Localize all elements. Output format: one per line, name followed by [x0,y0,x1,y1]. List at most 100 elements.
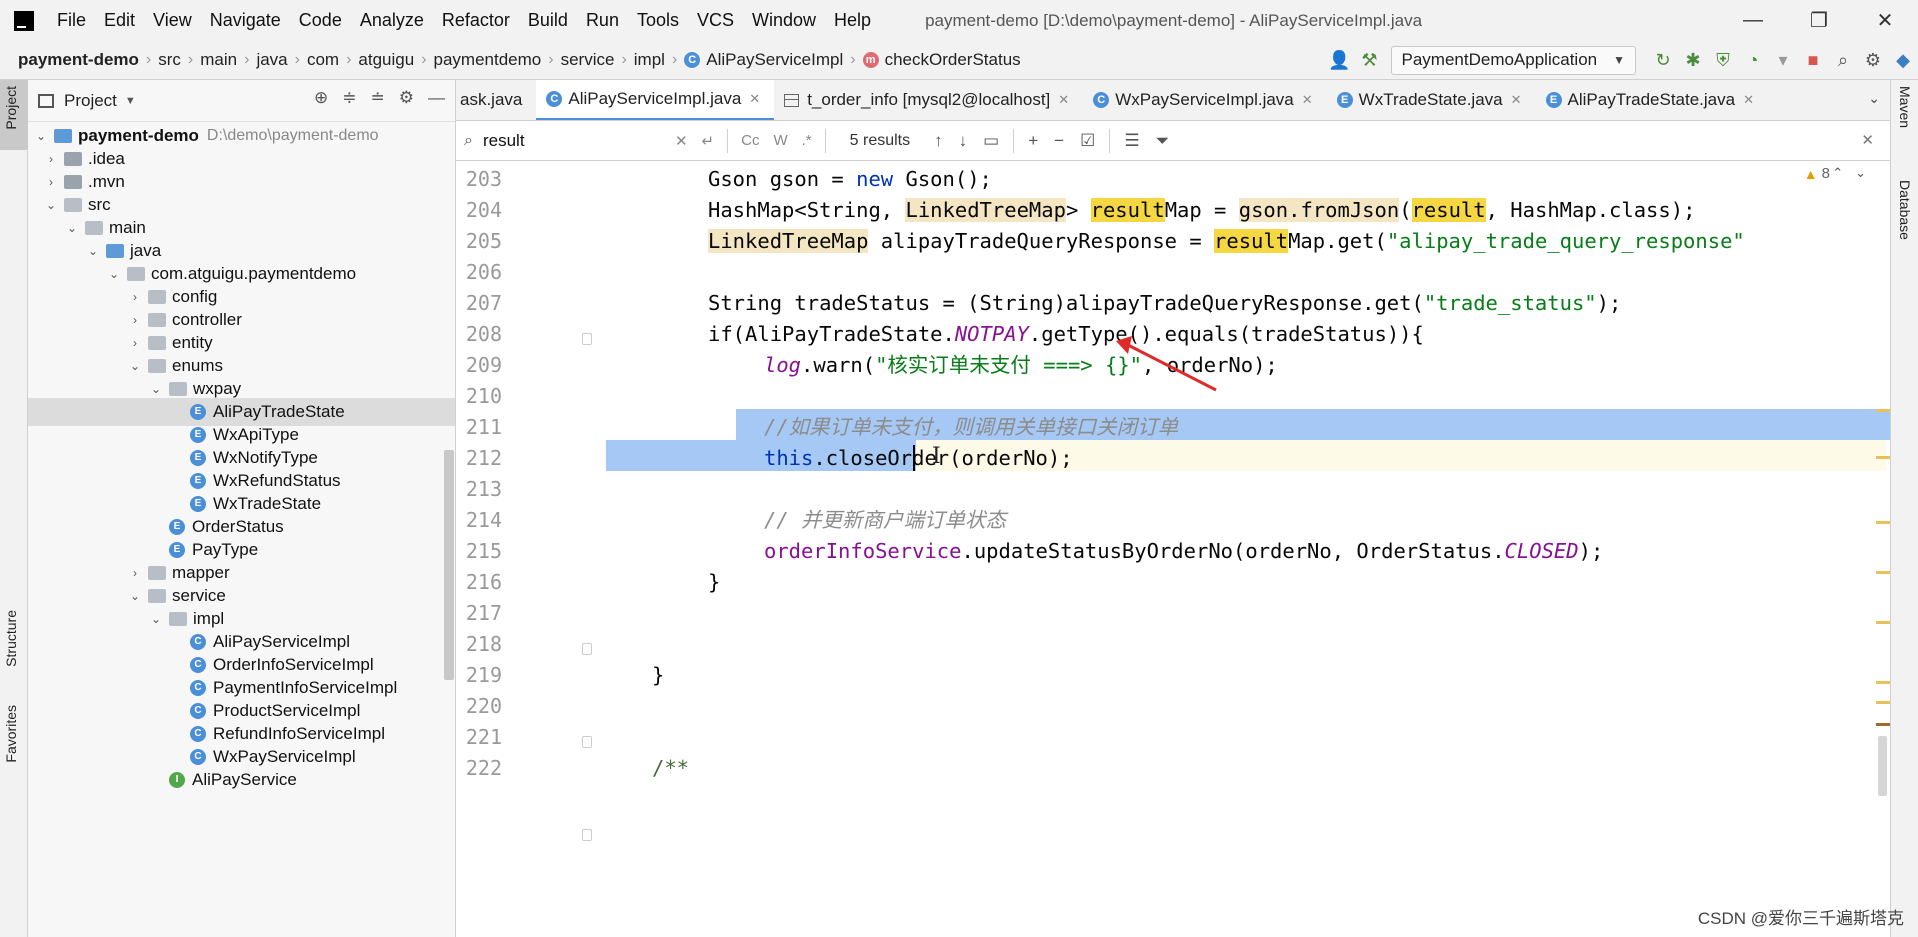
run-configuration-select[interactable]: PaymentDemoApplication ▼ [1390,45,1636,75]
breadcrumb-main[interactable]: main [200,50,237,70]
new-line-icon[interactable]: ↵ [702,132,715,150]
menu-file[interactable]: File [48,10,95,31]
breadcrumb-java[interactable]: java [256,50,287,70]
find-bar: ⌕ ✕ ↵ Cc W .* 5 results ↑ ↓ ▭ + − ☑ ☰ ⏷ … [456,121,1890,161]
menu-view[interactable]: View [144,10,201,31]
profile-icon[interactable]: ◔ [1738,45,1768,75]
restore-button[interactable]: ❐ [1786,0,1852,41]
folder-icon [64,152,82,166]
tree-item-label: WxPayServiceImpl [213,747,356,766]
tab-alipaytradestate[interactable]: E AliPayTradeState.java ✕ [1536,80,1768,120]
project-panel-title: Project [64,90,117,110]
breadcrumb-service[interactable]: service [561,50,615,70]
favorites-tool-tab[interactable]: Favorites [0,705,28,785]
previous-occurrence-icon[interactable]: ↑ [934,131,943,151]
build-hammer-icon[interactable]: ⚒ [1355,45,1385,75]
chevron-down-icon[interactable]: ⌄ [1868,90,1880,107]
breadcrumb-atguigu[interactable]: atguigu [358,50,414,70]
close-icon[interactable]: ✕ [1058,92,1069,108]
plugin-icon[interactable]: ◆ [1888,45,1918,75]
tab-wxtradestate[interactable]: E WxTradeState.java ✕ [1327,80,1536,120]
tab-label: ask.java [460,90,523,109]
breadcrumb-src[interactable]: src [158,50,181,70]
menu-build[interactable]: Build [519,10,577,31]
close-icon[interactable]: ✕ [1743,92,1754,108]
minimize-button[interactable]: — [1720,0,1786,41]
locate-icon[interactable]: ⊕ [314,88,328,108]
breadcrumb-com[interactable]: com [307,50,339,70]
code-area[interactable]: 203 204 205 206 207 208 209 210 211 212 … [456,161,1890,937]
chevron-down-icon: ⌄ [66,221,78,235]
breadcrumb-impl[interactable]: impl [634,50,665,70]
inspection-nav-icon[interactable]: ⌃⌄ [1832,165,1878,181]
tab-ask-java[interactable]: ask.java [456,80,536,120]
window-title: payment-demo [D:\demo\payment-demo] - Al… [925,10,1423,30]
match-case-toggle[interactable]: Cc [741,132,759,149]
enum-icon: E [190,450,206,466]
user-icon[interactable]: 👤 [1325,45,1355,75]
search-input[interactable] [482,130,668,151]
chevron-down-icon: ▼ [124,94,136,107]
menu-vcs[interactable]: VCS [688,10,743,31]
menu-refactor[interactable]: Refactor [433,10,519,31]
open-in-window-icon[interactable]: ▭ [983,131,999,151]
tree-item-label: OrderStatus [192,517,284,536]
collapse-all-icon[interactable]: ≐ [371,88,385,108]
menu-navigate[interactable]: Navigate [201,10,290,31]
debug-icon[interactable]: ✱ [1678,45,1708,75]
search-everywhere-icon[interactable]: ⌕ [1828,45,1858,75]
breadcrumb-class[interactable]: C AliPayServiceImpl [684,50,843,70]
project-scrollbar[interactable] [444,450,454,680]
tab-wxpayserviceimpl[interactable]: C WxPayServiceImpl.java ✕ [1083,80,1326,120]
clear-search-icon[interactable]: ✕ [675,132,688,150]
remove-occurrence-icon[interactable]: − [1054,131,1064,151]
select-all-occurrences-icon[interactable]: ☑ [1080,131,1095,151]
editor-scrollbar[interactable] [1878,736,1887,796]
tab-t-order-info[interactable]: t_order_info [mysql2@localhost] ✕ [774,80,1083,120]
menu-edit[interactable]: Edit [95,10,144,31]
tree-item-label: controller [172,310,242,329]
regex-toggle[interactable]: .* [802,132,812,149]
error-stripe[interactable] [1876,161,1890,937]
stop-icon[interactable]: ■ [1798,45,1828,75]
whole-words-toggle[interactable]: W [773,132,787,149]
close-icon[interactable]: ✕ [1511,92,1522,108]
settings-icon[interactable]: ⚙ [1858,45,1888,75]
structure-tool-tab[interactable]: Structure [0,610,28,690]
close-icon[interactable]: ✕ [1302,92,1313,108]
more-actions-icon[interactable]: ▾ [1768,45,1798,75]
hide-panel-icon[interactable]: — [428,88,445,108]
gear-icon[interactable]: ⚙ [399,88,414,108]
breadcrumb-paymentdemo[interactable]: paymentdemo [434,50,542,70]
next-occurrence-icon[interactable]: ↓ [959,131,968,151]
chevron-down-icon: ⌄ [150,382,162,396]
close-window-button[interactable]: ✕ [1852,0,1918,41]
close-icon[interactable]: ✕ [749,91,760,107]
coverage-icon[interactable]: ⛨ [1708,45,1738,75]
menu-bar: File Edit View Navigate Code Analyze Ref… [0,0,1918,41]
menu-tools[interactable]: Tools [628,10,688,31]
menu-help[interactable]: Help [825,10,880,31]
menu-run[interactable]: Run [577,10,628,31]
maven-tool-tab[interactable]: Maven [1891,86,1918,166]
method-icon: m [862,52,879,68]
inspection-widget[interactable]: ▲ 8 [1804,165,1830,182]
tree-item-alipayservice[interactable]: I AliPayService [28,766,455,794]
filter-icon[interactable]: ⏷ [1156,131,1170,151]
filter-options-icon[interactable]: ☰ [1124,131,1139,151]
close-find-bar-icon[interactable]: ✕ [1861,131,1874,149]
project-view-selector[interactable]: Project ▼ [38,91,136,111]
rerun-icon[interactable]: ↻ [1648,45,1678,75]
breadcrumb-project[interactable]: payment-demo [18,50,139,70]
tab-alipayserviceimpl[interactable]: C AliPayServiceImpl.java ✕ [536,80,775,120]
menu-code[interactable]: Code [290,10,351,31]
tree-item-label: PayType [192,540,259,559]
menu-analyze[interactable]: Analyze [351,10,433,31]
menu-window[interactable]: Window [743,10,825,31]
add-occurrence-icon[interactable]: + [1028,131,1038,151]
expand-all-icon[interactable]: ≑ [342,88,356,108]
project-tool-tab[interactable]: Project [0,80,28,150]
chevron-right-icon: › [133,336,137,350]
database-tool-tab[interactable]: Database [1891,180,1918,280]
breadcrumb-method[interactable]: m checkOrderStatus [862,50,1021,70]
